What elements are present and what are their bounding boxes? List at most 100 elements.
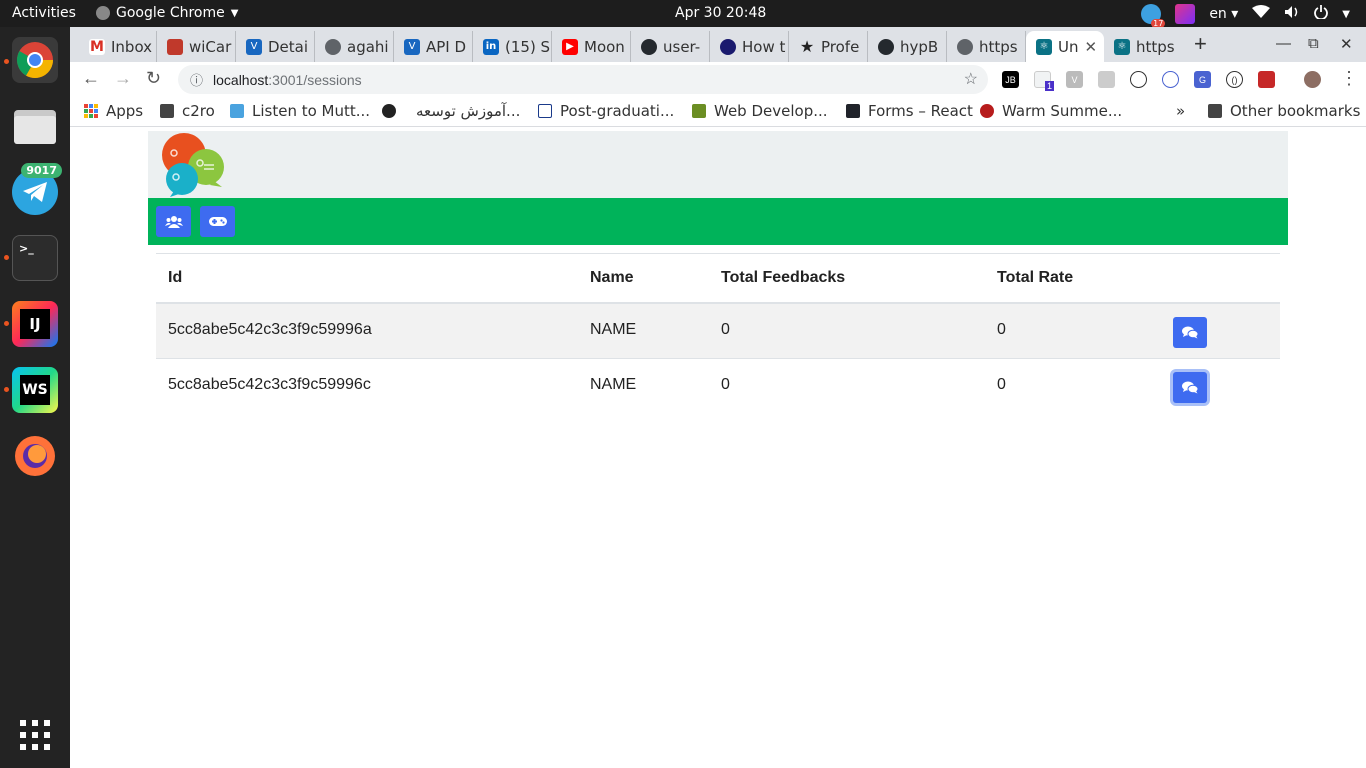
chat-bubbles-logo[interactable] xyxy=(160,131,230,198)
bookmark-label: Web Develop... xyxy=(714,102,828,120)
tab-wicar[interactable]: wiCar xyxy=(157,31,236,62)
app-menu-label: Google Chrome xyxy=(116,5,225,21)
volume-icon[interactable] xyxy=(1284,5,1300,23)
react-icon: ⚛ xyxy=(1036,38,1052,55)
bookmark-listen[interactable]: Listen to Mutt... xyxy=(230,102,370,120)
tab-label: https xyxy=(1136,37,1175,56)
back-icon[interactable]: ← xyxy=(82,68,100,89)
bookmark-forms-react[interactable]: Forms – React xyxy=(846,102,973,120)
close-window-icon[interactable]: ✕ xyxy=(1340,35,1353,53)
chrome-dock-icon[interactable] xyxy=(12,37,58,83)
red-extension-icon[interactable] xyxy=(1258,71,1275,88)
bookmark-label: Post-graduati... xyxy=(560,102,675,120)
caret-down-icon[interactable]: ▼ xyxy=(1342,9,1350,20)
table-header-row: Id Name Total Feedbacks Total Rate xyxy=(156,253,1280,304)
bookmark-other[interactable]: Other bookmarks xyxy=(1208,102,1360,120)
session-name-cell: NAME xyxy=(578,358,709,415)
extension-badge: 1 xyxy=(1044,81,1054,91)
globe-icon xyxy=(325,38,341,55)
terminal-dock-icon[interactable]: >_ xyxy=(12,235,58,281)
webstorm-dock-icon[interactable]: WS xyxy=(12,367,58,413)
new-tab-button[interactable]: + xyxy=(1194,31,1207,57)
gamepad-nav-button[interactable] xyxy=(200,206,235,237)
tab-https-1[interactable]: https xyxy=(947,31,1026,62)
tab-label: agahi xyxy=(347,37,389,56)
tab-profe[interactable]: ★ Profe xyxy=(789,31,868,62)
bookmarks-overflow-button[interactable]: » xyxy=(1176,102,1185,120)
bulb-extension-icon[interactable] xyxy=(1130,71,1147,88)
translate-extension-icon[interactable]: G xyxy=(1194,71,1211,88)
telegram-unread-badge: 9017 xyxy=(21,163,62,178)
calendar-extension-icon[interactable]: 1 xyxy=(1034,71,1054,91)
tab-linkedin[interactable]: in (15) S xyxy=(473,31,552,62)
session-id-cell: 5cc8abe5c42c3c3f9c59996c xyxy=(156,358,578,415)
bookmark-persian[interactable]: آموزش توسعه... xyxy=(382,102,520,120)
bookmark-apps[interactable]: Apps xyxy=(84,102,143,120)
tab-label: Un xyxy=(1058,37,1079,56)
total-feedbacks-cell: 0 xyxy=(709,302,985,359)
vue-devtools-icon[interactable]: V xyxy=(1066,71,1083,88)
tab-github-hyp[interactable]: hypB xyxy=(868,31,947,62)
tray-app-icon[interactable]: 17 xyxy=(1141,4,1166,28)
app-menu[interactable]: Google Chrome ▼ xyxy=(96,5,238,21)
running-indicator xyxy=(4,321,9,326)
reload-icon[interactable]: ↻ xyxy=(146,68,161,89)
tab-label: Inbox xyxy=(111,37,153,56)
tab-agahi[interactable]: agahi xyxy=(315,31,394,62)
power-icon[interactable] xyxy=(1314,5,1329,23)
bookmark-label: Forms – React xyxy=(868,102,973,120)
bookmark-label: Listen to Mutt... xyxy=(252,102,371,120)
activities-button[interactable]: Activities xyxy=(12,5,76,21)
chrome-menu-icon[interactable]: ⋮ xyxy=(1340,68,1358,89)
bookmark-warm-summer[interactable]: Warm Summe... xyxy=(980,102,1122,120)
tab-github-user[interactable]: user- xyxy=(631,31,710,62)
view-feedbacks-button[interactable] xyxy=(1173,372,1207,403)
sync-extension-icon[interactable] xyxy=(1162,71,1179,88)
bookmark-postgrad[interactable]: Post-graduati... xyxy=(538,102,674,120)
tab-https-2[interactable]: ⚛ https xyxy=(1104,31,1182,62)
language-indicator[interactable]: en ▾ xyxy=(1209,6,1238,22)
star-icon: ★ xyxy=(799,37,815,56)
jetbrains-extension-icon[interactable]: JB xyxy=(1002,71,1019,88)
linkedin-icon: in xyxy=(483,38,499,55)
site-info-icon[interactable]: ⓘ xyxy=(190,70,203,89)
bookmark-c2ro[interactable]: c2ro xyxy=(160,102,215,120)
github-icon xyxy=(641,38,657,55)
wifi-icon[interactable] xyxy=(1252,5,1271,23)
running-indicator xyxy=(4,387,9,392)
files-dock-icon[interactable] xyxy=(12,103,58,149)
tab-inbox[interactable]: M Inbox xyxy=(79,31,157,62)
telegram-dock-icon[interactable]: 9017 xyxy=(12,163,62,215)
tab-how-to[interactable]: How t xyxy=(710,31,789,62)
running-indicator xyxy=(4,255,9,260)
clock[interactable]: Apr 30 20:48 xyxy=(675,5,766,21)
tab-detail[interactable]: V Detai xyxy=(236,31,315,62)
tab-api-docs[interactable]: V API D xyxy=(394,31,473,62)
firefox-dock-icon[interactable] xyxy=(12,433,58,479)
code-extension-icon[interactable]: () xyxy=(1226,71,1243,88)
browser-toolbar: ← → ↻ ⓘ localhost :3001/sessions ☆ JB 1 … xyxy=(70,62,1366,97)
close-tab-icon[interactable]: ✕ xyxy=(1085,38,1098,56)
bookmark-webdev[interactable]: Web Develop... xyxy=(692,102,828,120)
tab-label: user- xyxy=(663,37,701,56)
forward-icon[interactable]: → xyxy=(114,68,132,89)
maximize-icon[interactable]: ⧉ xyxy=(1308,35,1319,52)
extension-icon[interactable] xyxy=(1098,71,1115,88)
column-header-total-rate: Total Rate xyxy=(985,253,1161,304)
tab-label: (15) S xyxy=(505,37,551,56)
session-id-cell: 5cc8abe5c42c3c3f9c59996a xyxy=(156,302,578,359)
minimize-icon[interactable]: — xyxy=(1276,35,1291,52)
view-feedbacks-button[interactable] xyxy=(1173,316,1207,348)
tray-cube-icon[interactable] xyxy=(1175,4,1196,24)
address-bar[interactable]: ⓘ localhost :3001/sessions ☆ xyxy=(178,65,988,94)
users-nav-button[interactable] xyxy=(156,206,191,237)
tab-moon[interactable]: ▶ Moon xyxy=(552,31,631,62)
tab-active-sessions[interactable]: ⚛ Un ✕ xyxy=(1026,31,1104,62)
profile-avatar[interactable] xyxy=(1304,71,1321,88)
intellij-dock-icon[interactable]: IJ xyxy=(12,301,58,347)
bookmark-label: c2ro xyxy=(182,102,215,120)
show-applications-icon[interactable] xyxy=(12,712,58,758)
bookmark-star-icon[interactable]: ☆ xyxy=(964,69,978,89)
webstorm-label: WS xyxy=(20,375,50,405)
users-icon xyxy=(164,216,183,228)
